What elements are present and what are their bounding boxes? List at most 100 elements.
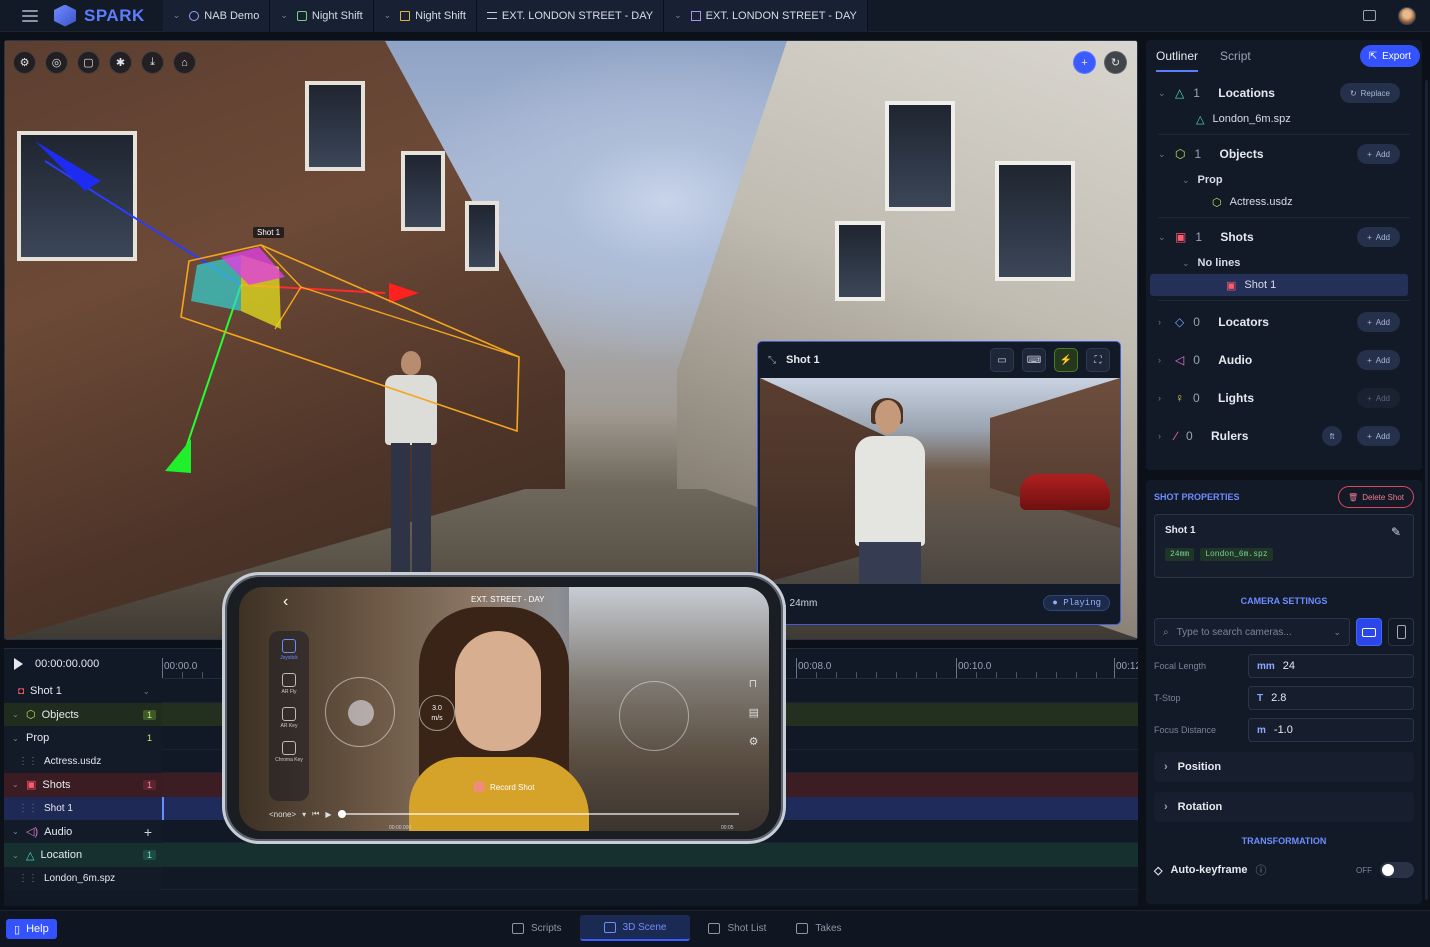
back-icon[interactable]: ‹ [283,593,288,611]
add-locator-button[interactable]: + Add [1357,312,1400,332]
chat-icon[interactable] [1363,10,1376,21]
section-locations[interactable]: ⌄ △ 1 Locations ↻ Replace [1146,78,1422,108]
ar-key-mode[interactable]: AR Key [281,707,297,729]
breadcrumb-production[interactable]: ⌄ Night Shift [270,0,374,32]
add-audio-icon[interactable]: + [140,824,156,840]
camera-search-input[interactable]: ⌕ Type to search cameras... ⌄ [1154,618,1350,646]
menu-icon[interactable] [22,9,38,22]
edit-icon[interactable]: ✎ [1391,525,1401,539]
panel-title: SHOT PROPERTIES [1154,492,1240,502]
chroma-key-mode[interactable]: Chroma Key [275,741,303,763]
download-icon[interactable]: ⤓ [141,51,164,74]
drag-handle-icon[interactable]: ⋮⋮ [18,803,38,814]
avatar[interactable] [1398,6,1416,25]
record-shot-button[interactable]: Record Shot [473,781,534,793]
phone-scrubber[interactable] [337,810,739,818]
track-prop[interactable]: ⌄ Prop 1 [4,726,162,750]
tab-script[interactable]: Script [1220,40,1251,72]
delete-shot-button[interactable]: 🗑 Delete Shot [1338,486,1414,508]
track-select[interactable]: <none> [269,810,296,819]
panel-scrollbar[interactable] [1425,80,1428,900]
track-audio[interactable]: ⌄ ◁) Audio + [4,819,162,844]
collapse-icon[interactable]: ⤡ [768,355,776,366]
shot-preview-window[interactable]: ⤡ Shot 1 ▭ ⌨ ⚡ ⛶ , 24mm ● Playing [757,341,1121,625]
tstop-input[interactable]: T 2.8 [1248,686,1414,710]
focus-distance-input[interactable]: m -1.0 [1248,718,1414,742]
help-button[interactable]: ▯ Help [6,919,57,939]
breadcrumb-script[interactable]: ⌄ Night Shift [373,0,477,32]
breadcrumb-scene[interactable]: EXT. LONDON STREET - DAY [476,0,665,32]
section-shots[interactable]: ⌄ ▣ 1 Shots + Add [1146,222,1422,252]
section-audio[interactable]: › ◁ 0 Audio + Add [1146,345,1422,375]
info-icon[interactable]: ⓘ [1256,862,1267,878]
auto-keyframe-toggle[interactable]: OFF [1356,862,1414,878]
track-shot-1[interactable]: ⋮⋮ Shot 1 [4,796,162,820]
add-ruler-button[interactable]: + Add [1357,426,1400,446]
app-logo[interactable]: SPARK [54,4,145,27]
add-object-button[interactable]: + Add [1357,144,1400,164]
track-shots[interactable]: ⌄ ▣ Shots 1 [4,773,162,797]
settings-icon[interactable]: ⚙ [13,51,36,74]
nav-shot-list[interactable]: Shot List [696,915,778,941]
cube-icon: ⬡ [1175,147,1186,161]
keyboard-icon[interactable]: ⌨ [1022,348,1046,372]
track-actress[interactable]: ⋮⋮ Actress.usdz [4,749,162,774]
shot-item[interactable]: ▣ Shot 1 [1150,274,1408,296]
nav-3d-scene[interactable]: 3D Scene [579,915,691,941]
portrait-toggle[interactable] [1388,618,1414,646]
export-button[interactable]: ⇱ Export [1359,45,1420,67]
drag-handle-icon[interactable]: ⋮⋮ [18,756,38,767]
nav-scripts[interactable]: Scripts [500,915,574,941]
rotation-joystick[interactable] [619,681,689,751]
section-rulers[interactable]: › ∕ 0 Rulers ft + Add [1146,421,1422,451]
track-objects[interactable]: ⌄ ⬡ Objects 1 [4,703,162,727]
bug-icon[interactable]: ✱ [109,51,132,74]
movement-joystick[interactable] [325,677,395,747]
shot-select-label: Shot 1 [30,685,62,697]
track-london[interactable]: ⋮⋮ London_6m.spz [4,866,162,891]
film-icon[interactable]: ▤ [749,706,759,719]
phone-device-preview[interactable]: ‹ EXT. STREET - DAY Joystick AR Fly AR K… [222,572,786,844]
skip-back-icon[interactable]: ⏮ [312,809,319,819]
settings-icon[interactable]: ⚙ [749,735,759,748]
lightning-icon[interactable]: ⚡ [1054,348,1078,372]
landscape-toggle[interactable] [1356,618,1382,646]
replace-button[interactable]: ↻ Replace [1339,83,1400,103]
add-audio-button[interactable]: + Add [1357,350,1400,370]
nav-takes[interactable]: Takes [784,915,853,941]
track-location[interactable]: ⌄ △ Location 1 [4,843,162,867]
lock-icon[interactable]: ⊓ [749,677,759,690]
fullscreen-icon[interactable]: ⛶ [1086,348,1110,372]
tab-outliner[interactable]: Outliner [1156,40,1199,72]
frame-icon[interactable]: ▢ [77,51,100,74]
phone-screen[interactable]: ‹ EXT. STREET - DAY Joystick AR Fly AR K… [239,587,769,831]
ar-fly-mode[interactable]: AR Fly [282,673,297,695]
shot-selector[interactable]: ◘ Shot 1 ⌄ [4,679,162,703]
section-locators[interactable]: › ◇ 0 Locators + Add [1146,307,1422,337]
compass-icon[interactable]: ◎ [45,51,68,74]
object-item[interactable]: ⬡ Actress.usdz [1146,191,1422,213]
group-prop[interactable]: ⌄ Prop [1146,169,1422,191]
refresh-icon[interactable]: ↻ [1104,51,1127,74]
speed-indicator[interactable]: 3.0 m/s [419,695,455,731]
add-icon[interactable]: + [1073,51,1096,74]
add-shot-button[interactable]: + Add [1357,227,1400,247]
breadcrumb-location[interactable]: ⌄ EXT. LONDON STREET - DAY [664,0,868,32]
location-item[interactable]: △ London_6m.spz [1146,108,1422,130]
rotation-section[interactable]: › Rotation [1154,792,1414,822]
toggle-switch[interactable] [1380,862,1414,878]
play-icon[interactable]: ▶ [325,810,331,819]
unit-toggle[interactable]: ft [1322,426,1343,446]
section-lights[interactable]: › ♀ 0 Lights + Add [1146,383,1422,413]
group-no-lines[interactable]: ⌄ No lines [1146,252,1422,274]
home-icon[interactable]: ⌂ [173,51,196,74]
joystick-mode[interactable]: Joystick [280,639,298,661]
position-section[interactable]: › Position [1154,752,1414,782]
add-light-button[interactable]: + Add [1357,388,1400,408]
focal-length-input[interactable]: mm 24 [1248,654,1414,678]
drag-handle-icon[interactable]: ⋮⋮ [18,873,38,884]
monitor-icon[interactable]: ▭ [990,348,1014,372]
play-icon[interactable] [14,658,23,670]
breadcrumb-project[interactable]: ⌄ NAB Demo [162,0,271,32]
section-objects[interactable]: ⌄ ⬡ 1 Objects + Add [1146,139,1422,169]
